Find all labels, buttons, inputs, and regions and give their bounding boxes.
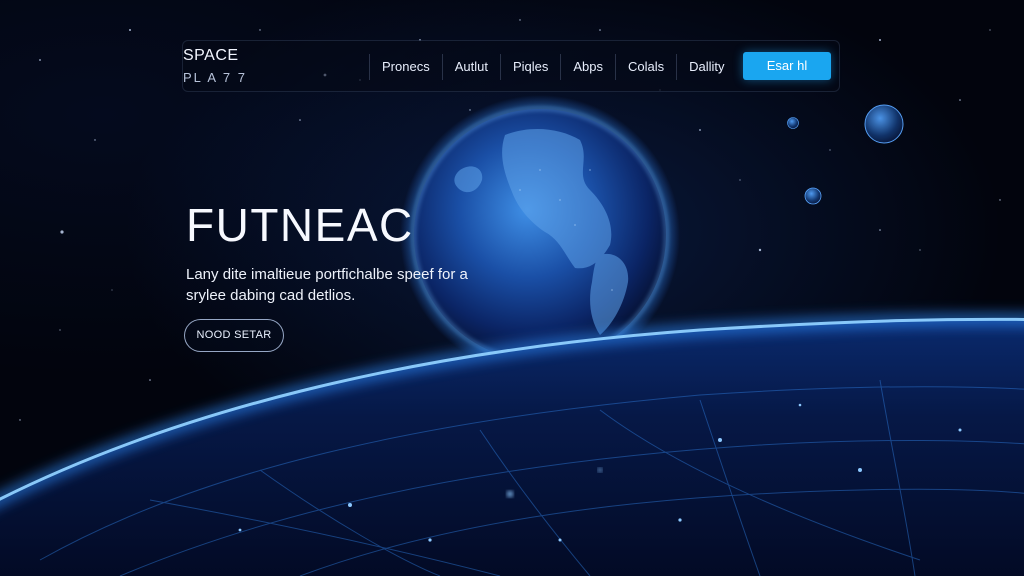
nav-link-piqles[interactable]: Piqles: [501, 54, 562, 80]
nav-links: Pronecs Autlut Piqles Abps Colals Dallit…: [369, 54, 737, 80]
nav-link-dallity[interactable]: Dallity: [677, 54, 736, 80]
nav-link-pronecs[interactable]: Pronecs: [369, 54, 443, 80]
nav-link-abps[interactable]: Abps: [561, 54, 617, 80]
hero-cta-button[interactable]: NOOD SETAR: [184, 319, 284, 352]
hero-title: FUTNEAC: [186, 199, 414, 251]
hero-description: Lany dite imaltieue portfichalbe speef f…: [186, 266, 468, 304]
hero-scene: SPACE PL A 7 7 Pronecs Autlut Piqles Abp…: [0, 0, 1024, 576]
brand-name: SPACE: [183, 47, 239, 64]
nav-link-colals[interactable]: Colals: [616, 54, 678, 80]
brand-subtitle: PL A 7 7: [183, 70, 247, 85]
top-navbar: SPACE PL A 7 7 Pronecs Autlut Piqles Abp…: [182, 40, 840, 92]
nav-cta-button[interactable]: Esar hl: [743, 52, 831, 80]
brand-logo[interactable]: SPACE PL A 7 7: [183, 46, 247, 86]
nav-link-autlut[interactable]: Autlut: [443, 54, 501, 80]
